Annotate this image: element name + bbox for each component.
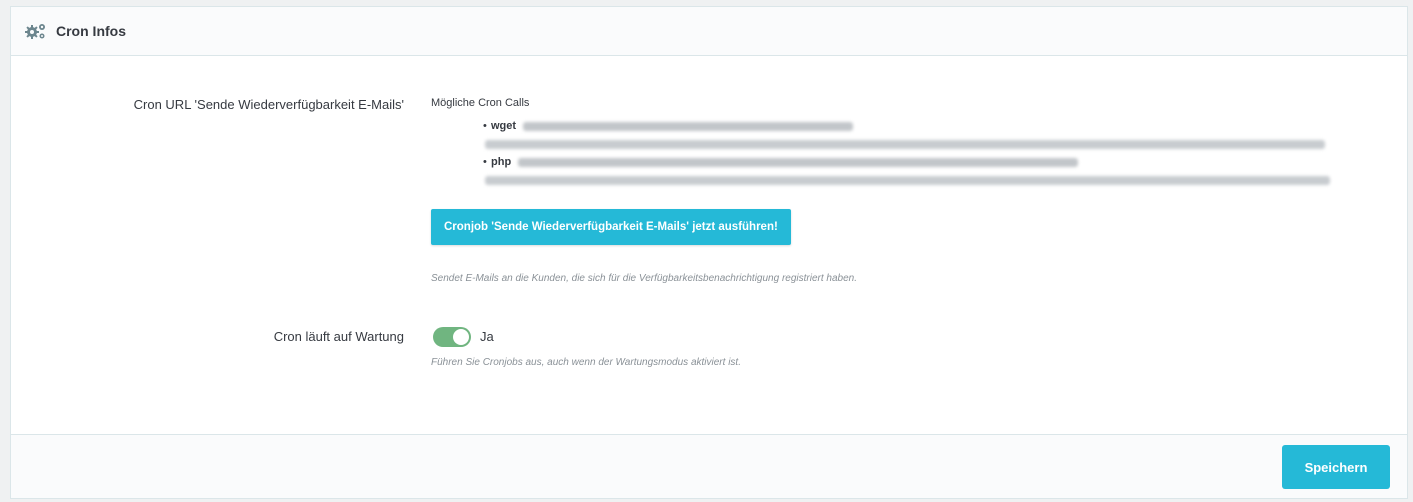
cron-call-command: php — [491, 156, 512, 168]
maintenance-toggle[interactable] — [433, 327, 471, 347]
cron-help-text: Sendet E-Mails an die Kunden, die sich f… — [431, 273, 857, 284]
cron-calls: Mögliche Cron Calls wget php — [431, 97, 1331, 191]
cron-call-command: wget — [491, 120, 517, 132]
cron-calls-list: wget php — [431, 119, 1331, 185]
maintenance-help-text: Führen Sie Cronjobs aus, auch wenn der W… — [431, 357, 741, 368]
maintenance-label: Cron läuft auf Wartung — [273, 329, 404, 344]
redacted-path — [485, 176, 1330, 185]
toggle-knob — [453, 329, 469, 345]
gears-icon — [25, 24, 45, 39]
cron-call-wget: wget — [483, 119, 1331, 149]
maintenance-toggle-label: Ja — [480, 329, 494, 344]
cron-call-php: php — [483, 155, 1331, 185]
panel-title: Cron Infos — [56, 23, 126, 39]
run-cronjob-button[interactable]: Cronjob 'Sende Wiederverfügbarkeit E-Mai… — [431, 209, 791, 245]
redacted-path — [518, 157, 1079, 167]
save-button[interactable]: Speichern — [1282, 445, 1390, 489]
panel-heading: Cron Infos — [11, 7, 1407, 56]
cron-calls-title: Mögliche Cron Calls — [431, 97, 530, 109]
cron-infos-panel: Cron Infos Cron URL 'Sende Wiederverfügb… — [10, 6, 1408, 499]
cron-url-label: Cron URL 'Sende Wiederverfügbarkeit E-Ma… — [133, 97, 404, 112]
panel-footer: Speichern — [11, 434, 1407, 498]
redacted-url — [485, 140, 1325, 149]
redacted-url — [523, 121, 854, 131]
